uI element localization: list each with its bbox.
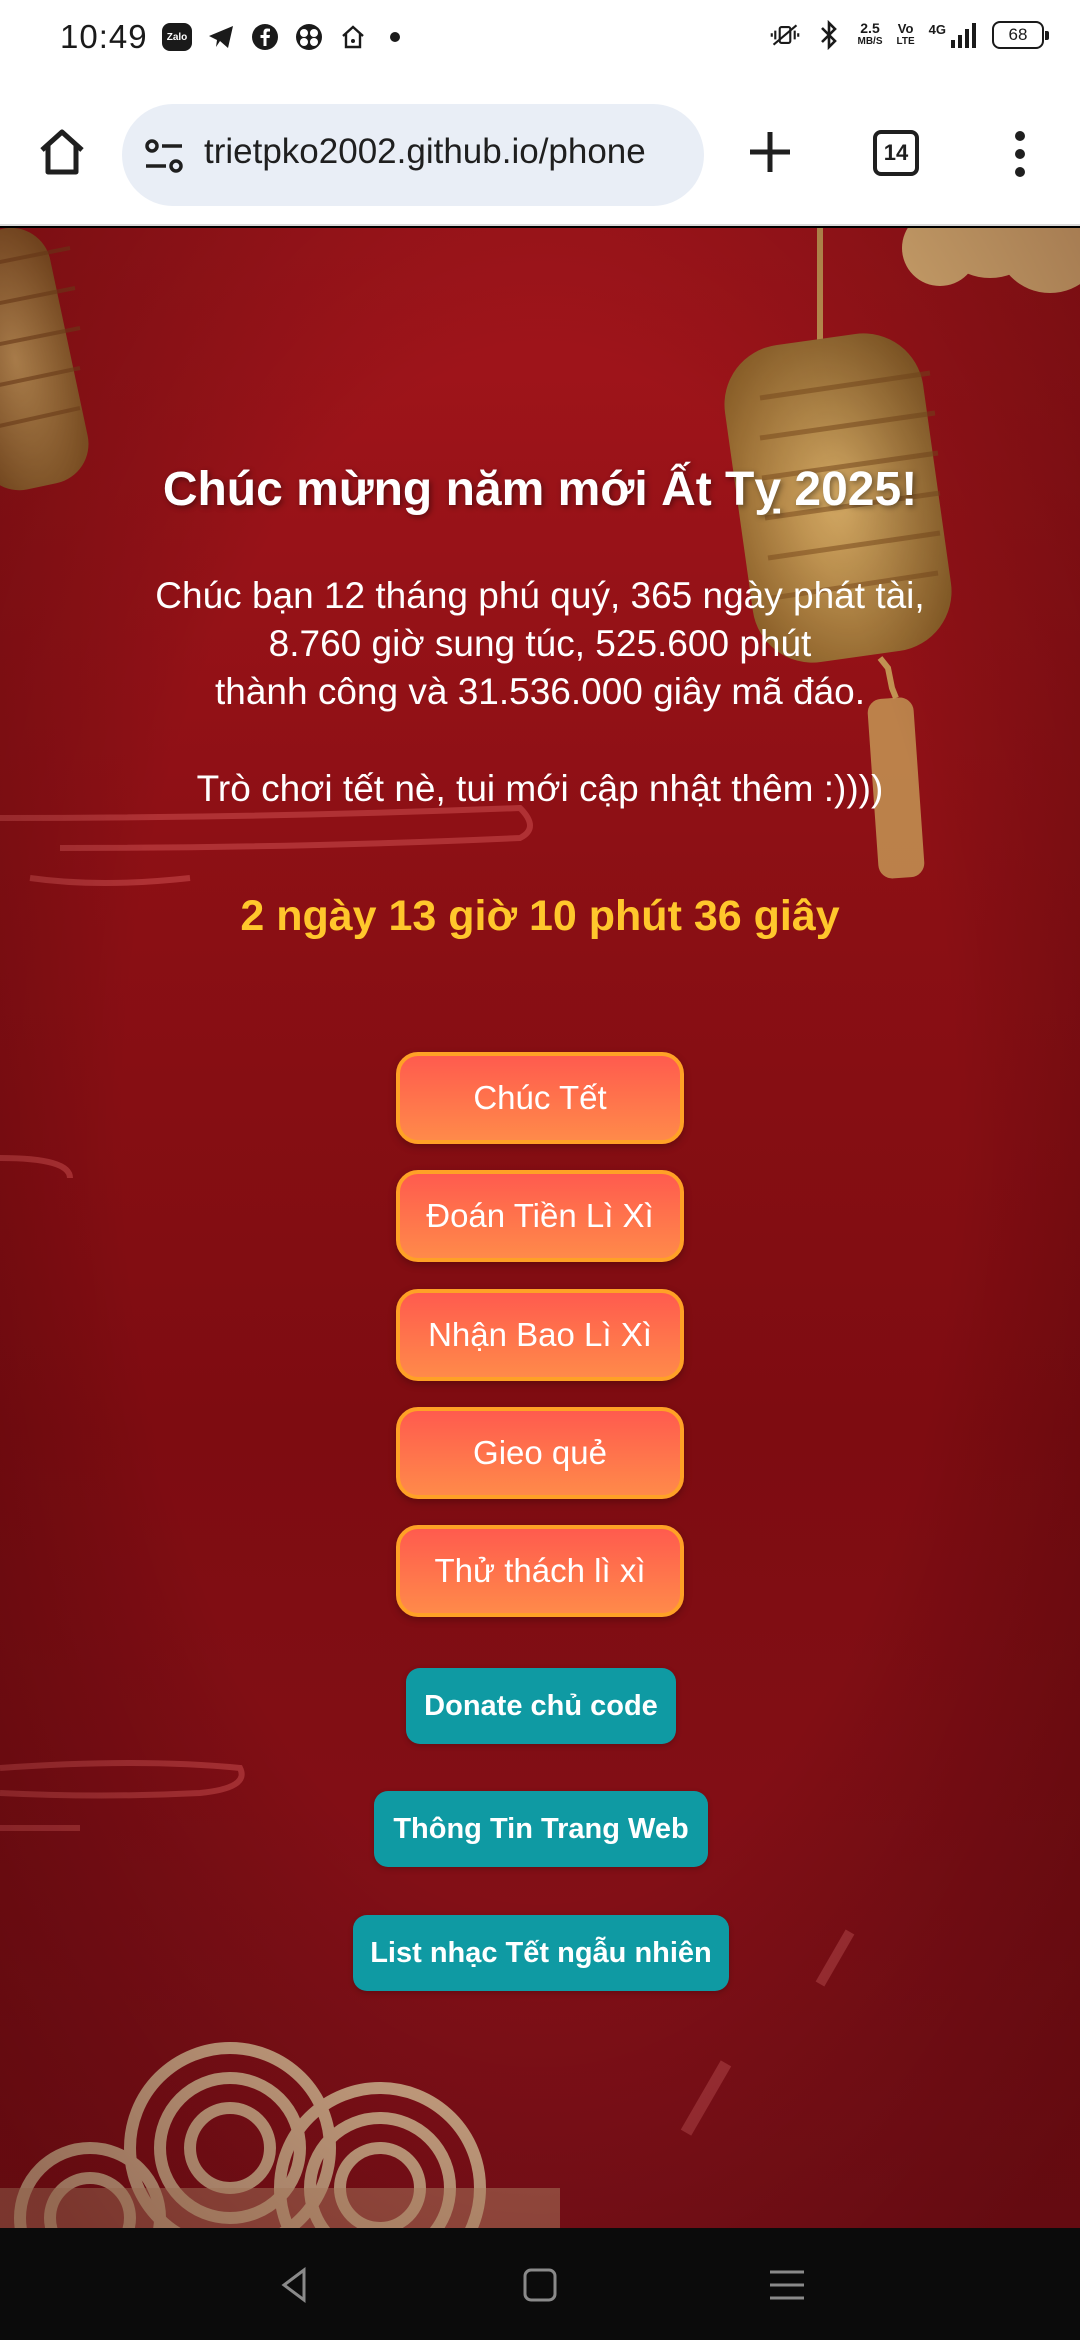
wish-line: 8.760 giờ sung túc, 525.600 phút (268, 623, 812, 664)
volte-bottom: LTE (896, 36, 915, 47)
random-music-button[interactable]: List nhạc Tết ngẫu nhiên (353, 1915, 729, 1991)
notification-icons: Zalo (162, 22, 400, 52)
bluetooth-icon (814, 20, 844, 50)
gieo-que-button[interactable]: Gieo quẻ (396, 1407, 684, 1499)
app-icon (294, 22, 324, 52)
chuc-tet-button[interactable]: Chúc Tết (396, 1052, 684, 1144)
system-icons: 2.5 MB/S Vo LTE 4G 68 (770, 20, 1049, 50)
home-button[interactable] (34, 124, 90, 180)
wish-line: Chúc bạn 12 tháng phú quý, 365 ngày phát… (155, 575, 925, 616)
game-note: Trò chơi tết nè, tui mới cập nhật thêm :… (196, 768, 884, 809)
doan-tien-li-xi-button[interactable]: Đoán Tiền Lì Xì (396, 1170, 684, 1262)
status-time: 10:49 (60, 18, 148, 55)
volte-indicator: Vo LTE (897, 22, 915, 48)
thu-thach-li-xi-button[interactable]: Thử thách lì xì (396, 1525, 684, 1617)
back-icon (281, 2267, 306, 2303)
signal-icon: 4G (929, 22, 978, 48)
wish-line: thành công và 31.536.000 giây mã đáo. (214, 671, 866, 712)
more-vert-icon (1015, 131, 1025, 177)
site-info-button[interactable]: Thông Tin Trang Web (374, 1791, 708, 1867)
battery-level: 68 (1008, 25, 1028, 44)
facebook-icon (250, 22, 280, 52)
new-tab-button[interactable] (742, 124, 798, 180)
url-text: trietpko2002.github.io/phone (204, 132, 646, 171)
system-nav-bar (0, 2228, 1080, 2340)
home-icon (40, 129, 84, 175)
greeting-title: Chúc mừng năm mới Ất Tỵ 2025! (162, 463, 918, 516)
volte-top: Vo (897, 21, 914, 36)
square-home-icon (523, 2268, 557, 2302)
net-speed-unit: MB/S (857, 36, 883, 47)
overflow-menu-button[interactable] (1000, 124, 1040, 184)
recents-button[interactable] (762, 2260, 812, 2310)
more-notifications-dot (390, 32, 400, 42)
back-button[interactable] (270, 2260, 320, 2310)
donate-button[interactable]: Donate chủ code (406, 1668, 676, 1744)
home-nav-button[interactable] (515, 2260, 565, 2310)
home-network-icon (338, 22, 368, 52)
battery-indicator: 68 (992, 21, 1049, 49)
countdown-timer: 2 ngày 13 giờ 10 phút 36 giây (240, 892, 840, 940)
network-type: 4G (928, 22, 946, 37)
menu-lines-icon (770, 2270, 804, 2300)
nhan-bao-li-xi-button[interactable]: Nhận Bao Lì Xì (396, 1289, 684, 1381)
vibrate-mute-icon (770, 20, 800, 50)
net-speed: 2.5 MB/S (858, 21, 883, 49)
greeting-wish: Chúc bạn 12 tháng phú quý, 365 ngày phát… (0, 572, 1080, 716)
browser-toolbar: trietpko2002.github.io/phone 14 (0, 80, 1080, 226)
zalo-icon: Zalo (162, 23, 192, 51)
telegram-icon (206, 22, 236, 52)
plus-icon (750, 132, 790, 172)
web-page: Chúc mừng năm mới Ất Tỵ 2025! Chúc bạn 1… (0, 228, 1080, 2228)
address-bar[interactable]: trietpko2002.github.io/phone (122, 104, 704, 206)
net-speed-value: 2.5 (860, 20, 880, 36)
status-bar: 10:49 Zalo 2.5 MB/S Vo LTE 4G 68 (0, 0, 1080, 80)
tab-switcher-button[interactable]: 14 (873, 130, 919, 176)
site-settings-icon[interactable] (142, 134, 186, 178)
